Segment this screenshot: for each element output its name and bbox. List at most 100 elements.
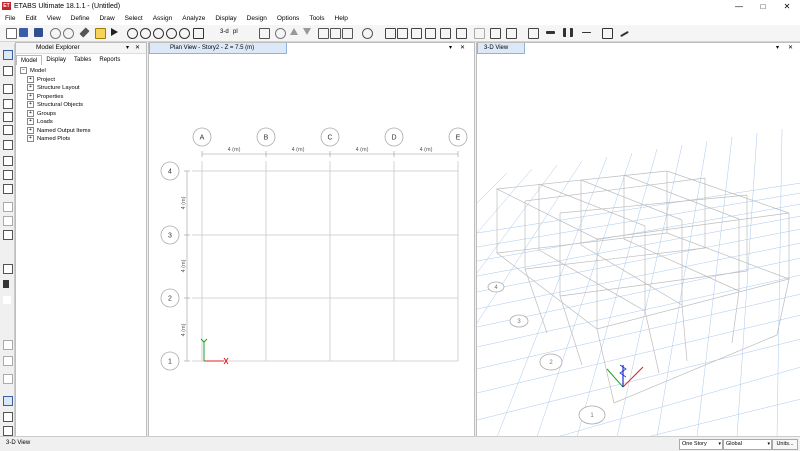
zoom-in-icon[interactable] <box>127 28 138 39</box>
section-icon[interactable] <box>490 28 501 39</box>
close-button[interactable]: ✕ <box>775 0 799 13</box>
show-tables-icon[interactable] <box>425 28 436 39</box>
tree-item-loads[interactable]: + Loads <box>20 118 144 127</box>
menu-view[interactable]: View <box>42 13 66 25</box>
draw-beam-icon[interactable] <box>3 99 13 109</box>
tree-item-named-output-items[interactable]: + Named Output Items <box>20 126 144 136</box>
tab-model[interactable]: Model <box>16 55 43 65</box>
menu-define[interactable]: Define <box>66 13 95 25</box>
tree-item-structure-layout[interactable]: + Structure Layout <box>20 84 144 93</box>
units-button[interactable]: Units... <box>772 439 798 450</box>
tab-tables[interactable]: Tables <box>70 55 95 65</box>
grid-icon[interactable] <box>506 28 517 39</box>
zoom-window-icon[interactable] <box>153 28 164 39</box>
menu-file[interactable]: File <box>0 13 20 25</box>
3d-view-canvas[interactable]: 1 2 3 4 <box>477 43 800 437</box>
new-model-icon[interactable] <box>6 28 17 39</box>
plan-view-canvas[interactable]: A B C D E 4 3 2 1 4 (m) 4 (m) 4 (m) 4 (m… <box>149 43 474 437</box>
draw-dimension-icon[interactable] <box>3 230 13 240</box>
grid-system-icon[interactable] <box>3 264 13 274</box>
model-check-icon[interactable] <box>474 28 485 39</box>
pan-icon[interactable] <box>193 28 204 39</box>
perspective-icon[interactable] <box>275 28 286 39</box>
expand-icon[interactable]: + <box>27 92 34 100</box>
tree-item-structural-objects[interactable]: + Structural Objects <box>20 101 144 110</box>
menu-tools[interactable]: Tools <box>304 13 329 25</box>
tree-item-model[interactable]: − Model <box>20 67 144 76</box>
expand-icon[interactable]: + <box>27 135 34 142</box>
fill-icon[interactable] <box>602 28 613 39</box>
snap-lines-icon[interactable] <box>3 426 13 436</box>
display-object-icon[interactable] <box>362 28 373 39</box>
tree-item-project[interactable]: + Project <box>20 75 144 85</box>
snap-ends-icon[interactable] <box>3 356 13 366</box>
menu-select[interactable]: Select <box>120 13 148 25</box>
expand-icon[interactable]: + <box>27 126 34 134</box>
lock-icon[interactable] <box>95 28 106 39</box>
tab-display[interactable]: Display <box>42 55 70 65</box>
pencil-icon[interactable] <box>79 27 90 38</box>
snap-points-icon[interactable] <box>3 340 13 350</box>
set-display-options-icon[interactable] <box>318 28 329 39</box>
expand-icon[interactable]: + <box>27 101 34 108</box>
show-forces-icon[interactable] <box>411 28 422 39</box>
column-icon[interactable] <box>563 28 573 37</box>
coordinate-system-select[interactable]: Global ▾ <box>723 439 772 450</box>
save-icon[interactable] <box>34 28 43 37</box>
support-icon[interactable] <box>3 280 9 288</box>
draw-column-icon[interactable] <box>3 112 13 122</box>
open-icon[interactable] <box>19 28 28 37</box>
reshape-icon[interactable] <box>3 66 13 76</box>
draw-link-icon[interactable] <box>3 202 13 212</box>
undo-icon[interactable] <box>50 28 61 39</box>
draw-brace-icon[interactable] <box>3 125 13 135</box>
tree-item-named-plots[interactable]: + Named Plots <box>20 135 144 144</box>
snap-grid-icon[interactable] <box>3 396 13 406</box>
menu-edit[interactable]: Edit <box>20 13 41 25</box>
move-up-icon[interactable] <box>290 28 298 35</box>
menu-options[interactable]: Options <box>272 13 304 25</box>
draw-floor-icon[interactable] <box>3 156 13 166</box>
move-down-icon[interactable] <box>303 28 311 35</box>
draw-joint-icon[interactable] <box>3 84 13 94</box>
zoom-previous-icon[interactable] <box>166 28 177 39</box>
expand-icon[interactable]: + <box>27 118 34 125</box>
check-icon[interactable] <box>330 28 341 39</box>
draw-slab-icon[interactable] <box>3 170 13 180</box>
menu-analyze[interactable]: Analyze <box>177 13 210 25</box>
rubber-band-icon[interactable] <box>205 28 214 37</box>
plan-view-button[interactable]: pl <box>233 29 238 35</box>
brush-icon[interactable] <box>620 30 629 38</box>
draw-opening-icon[interactable] <box>3 184 13 194</box>
show-undeformed-icon[interactable] <box>385 28 396 39</box>
draw-tendon-icon[interactable] <box>3 216 13 226</box>
tree-item-properties[interactable]: + Properties <box>20 92 144 102</box>
story-select[interactable]: One Story ▾ <box>679 439 723 450</box>
show-frames-icon[interactable] <box>456 28 467 39</box>
tab-reports[interactable]: Reports <box>95 55 124 65</box>
show-joints-icon[interactable] <box>440 28 451 39</box>
explorer-close-button[interactable]: ✕ <box>135 44 140 51</box>
draw-line-icon[interactable] <box>3 247 11 255</box>
select-icon[interactable] <box>342 28 353 39</box>
run-analysis-icon[interactable] <box>111 28 118 36</box>
expand-icon[interactable]: + <box>27 84 34 91</box>
plan-view-window[interactable]: Plan View - Story2 - Z = 7.5 (m) ▾ ✕ A B… <box>148 42 475 438</box>
expand-icon[interactable]: + <box>27 109 34 117</box>
line-style-icon[interactable] <box>582 32 591 33</box>
frame-section-icon[interactable] <box>528 28 539 39</box>
zoom-restore-icon[interactable] <box>179 28 190 39</box>
rotate-3d-icon[interactable] <box>259 28 270 39</box>
redo-icon[interactable] <box>63 28 74 39</box>
maximize-button[interactable]: □ <box>751 0 775 13</box>
tree-item-groups[interactable]: + Groups <box>20 109 144 119</box>
snap-perpendicular-icon[interactable] <box>3 412 13 422</box>
menu-design[interactable]: Design <box>242 13 272 25</box>
wave-icon[interactable] <box>3 296 11 304</box>
view-3d-button[interactable]: 3-d <box>220 29 229 35</box>
pointer-icon[interactable] <box>3 50 13 60</box>
expand-icon[interactable]: + <box>27 75 34 83</box>
3d-view-window[interactable]: 3-D View ▾ ✕ 1 2 3 4 <box>476 42 800 438</box>
collapse-icon[interactable]: − <box>20 67 27 74</box>
menu-assign[interactable]: Assign <box>148 13 178 25</box>
